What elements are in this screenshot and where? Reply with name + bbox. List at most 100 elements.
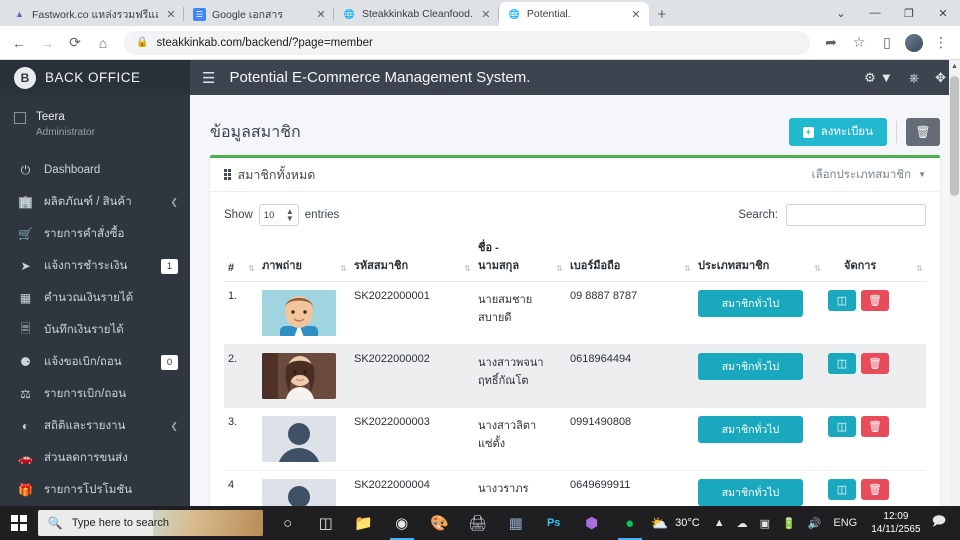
table-row[interactable]: 1. SK2022000001 นายสมชาย สบายดี 09 8887 … <box>224 281 926 345</box>
side-panel-icon[interactable]: ▯ <box>874 30 900 56</box>
photoshop-icon[interactable]: Ps <box>535 506 573 540</box>
share-icon[interactable]: ➦ <box>818 30 844 56</box>
register-button[interactable]: + ลงทะเบียน <box>788 118 887 146</box>
view-icon[interactable]: ◫ <box>828 479 856 500</box>
plus-icon: + <box>802 126 814 138</box>
task-view-icon[interactable]: ◫ <box>307 506 345 540</box>
chevron-down-icon[interactable]: ▼ <box>880 70 893 85</box>
col-index[interactable]: # ⇅ <box>224 234 258 282</box>
app-topbar: ☰ Potential E-Commerce Management System… <box>190 60 960 95</box>
sidebar-item-label: ผลิตภัณฑ์ / สินค้า <box>44 196 132 208</box>
close-icon[interactable]: ✕ <box>164 7 178 21</box>
col-name[interactable]: ชื่อ - นามสกุล ⇅ <box>474 234 566 282</box>
menu-icon[interactable]: ☰ <box>202 69 215 87</box>
browser-tab-active[interactable]: 🌐 Potential. ✕ <box>498 2 649 26</box>
battery-icon[interactable]: 🔋 <box>776 506 802 540</box>
tab-search-icon[interactable]: ⌄ <box>824 0 858 26</box>
trash-icon[interactable]: 🗑 <box>861 416 889 437</box>
sort-icon: ⇅ <box>464 264 471 273</box>
sidebar-item-promotions[interactable]: 🎁 รายการโปรโมชัน <box>0 474 190 506</box>
calculator-icon[interactable]: ▦ <box>497 506 535 540</box>
sidebar-item-income-calc[interactable]: ▦ คำนวณเงินรายได้ <box>0 282 190 314</box>
fullscreen-icon[interactable]: ✥ <box>935 70 946 86</box>
col-phone[interactable]: เบอร์มือถือ ⇅ <box>566 234 694 282</box>
entries-select[interactable]: 10 ▲ ▼ <box>258 204 299 226</box>
member-photo-female <box>262 353 336 399</box>
star-icon[interactable]: ☆ <box>846 30 872 56</box>
language-indicator[interactable]: ENG <box>827 506 863 540</box>
close-window-button[interactable]: ✕ <box>926 0 960 26</box>
close-icon[interactable]: ✕ <box>314 7 328 21</box>
view-icon[interactable]: ◫ <box>828 353 856 374</box>
scanner-icon[interactable]: 🖨 <box>459 506 497 540</box>
trash-icon[interactable]: 🗑 <box>861 479 889 500</box>
browser-tab[interactable]: ▲ Fastwork.co แหล่งรวมฟรีแลนซ์คุณภ ✕ <box>4 2 184 26</box>
view-icon[interactable]: ◫ <box>828 416 856 437</box>
col-type[interactable]: ประเภทสมาชิก ⇅ <box>694 234 824 282</box>
reload-icon[interactable]: ⟳ <box>62 30 88 56</box>
sidebar-item-income-record[interactable]: 🗏 บันทึกเงินรายได้ <box>0 314 190 346</box>
sidebar-item-withdraw-request[interactable]: ⚈ แจ้งขอเบิก/ถอน 0 <box>0 346 190 378</box>
power-icon[interactable]: ⎈ <box>909 70 919 86</box>
chrome-menu-icon[interactable]: ⋮ <box>928 30 954 56</box>
nox-icon[interactable]: ⬢ <box>573 506 611 540</box>
sidebar-item-statistics[interactable]: ◐ สถิติและรายงาน ❮ <box>0 410 190 442</box>
search-label: Search: <box>738 209 778 221</box>
close-icon[interactable]: ✕ <box>479 7 493 21</box>
page-scrollbar[interactable]: ▲ ▼ <box>949 60 960 526</box>
avatar[interactable] <box>905 33 923 52</box>
sidebar-item-label: Dashboard <box>44 164 101 176</box>
user-block[interactable]: Teera Administrator <box>0 95 190 150</box>
brand[interactable]: B BACK OFFICE <box>0 60 190 95</box>
clock[interactable]: 12:09 14/11/2565 <box>863 510 928 536</box>
start-button[interactable] <box>0 506 38 540</box>
scrollbar-thumb[interactable] <box>950 76 959 196</box>
onedrive-icon[interactable]: ☁ <box>731 506 754 540</box>
weather-widget[interactable]: ⛅ 30°C <box>649 515 708 532</box>
search-input[interactable] <box>786 204 926 226</box>
sidebar-item-shipping-discount[interactable]: 🚗 ส่วนลดการขนส่ง <box>0 442 190 474</box>
sidebar-item-withdraw-list[interactable]: ⚖ รายการเบิก/ถอน <box>0 378 190 410</box>
trash-icon[interactable]: 🗑 <box>861 353 889 374</box>
chrome-icon[interactable]: ◉ <box>383 506 421 540</box>
col-photo[interactable]: ภาพถ่าย ⇅ <box>258 234 350 282</box>
col-code[interactable]: รหัสสมาชิก ⇅ <box>350 234 474 282</box>
sidebar-item-dashboard[interactable]: ⏻ Dashboard <box>0 154 190 186</box>
file-explorer-icon[interactable]: 📁 <box>345 506 383 540</box>
forward-icon[interactable]: → <box>34 30 60 56</box>
brand-text: BACK OFFICE <box>45 70 141 85</box>
sidebar-item-orders[interactable]: 🛒 รายการคำสั่งซื้อ <box>0 218 190 250</box>
sidebar-item-payment-notice[interactable]: ➤ แจ้งการชำระเงิน 1 <box>0 250 190 282</box>
table-row[interactable]: 2. SK2022000002 นางสาวพจนา ฤทธิ์กัณโต 06… <box>224 344 926 408</box>
cortana-icon[interactable]: ○ <box>269 506 307 540</box>
minimize-button[interactable]: — <box>858 0 892 26</box>
bulk-delete-button[interactable]: 🗑 <box>906 118 940 146</box>
scroll-up-icon[interactable]: ▲ <box>949 60 960 73</box>
col-name-line1: ชื่อ - <box>478 242 499 254</box>
windows-taskbar: 🔍 Type here to search ○ ◫ 📁 ◉ 🎨 🖨 ▦ Ps ⬢… <box>0 506 960 540</box>
member-type-dropdown[interactable]: เลือกประเภทสมาชิก ▼ <box>812 166 926 184</box>
taskbar-search[interactable]: 🔍 Type here to search <box>37 510 263 536</box>
table-row[interactable]: 3. SK2022000003 นางสาวลิตา แซ่ตั้ง 09914… <box>224 407 926 471</box>
col-actions[interactable]: จัดการ ⇅ <box>824 234 926 282</box>
gear-icon[interactable]: ⚙ <box>864 70 876 86</box>
address-bar[interactable]: 🔒 steakkinkab.com/backend/?page=member <box>124 30 810 55</box>
app-icon[interactable]: ▣ <box>754 506 776 540</box>
browser-tab[interactable]: 🌐 Steakkinkab Cleanfood. ✕ <box>334 2 499 26</box>
chevron-up-icon[interactable]: ▲ <box>708 506 731 540</box>
browser-tab[interactable]: ☰ Google เอกสาร ✕ <box>184 2 334 26</box>
line-icon[interactable]: ● <box>611 506 649 540</box>
new-tab-button[interactable]: + <box>649 2 675 26</box>
close-icon[interactable]: ✕ <box>629 7 643 21</box>
notification-icon[interactable]: 🗩 <box>929 512 954 534</box>
sidebar-item-products[interactable]: 🏢 ผลิตภัณฑ์ / สินค้า ❮ <box>0 186 190 218</box>
home-icon[interactable]: ⌂ <box>90 30 116 56</box>
clock-time: 12:09 <box>883 511 909 522</box>
maximize-button[interactable]: ❐ <box>892 0 926 26</box>
paint-icon[interactable]: 🎨 <box>421 506 459 540</box>
volume-icon[interactable]: 🔊 <box>802 506 828 540</box>
view-icon[interactable]: ◫ <box>828 290 856 311</box>
back-icon[interactable]: ← <box>6 30 32 56</box>
trash-icon[interactable]: 🗑 <box>861 290 889 311</box>
row-photo <box>258 407 350 471</box>
